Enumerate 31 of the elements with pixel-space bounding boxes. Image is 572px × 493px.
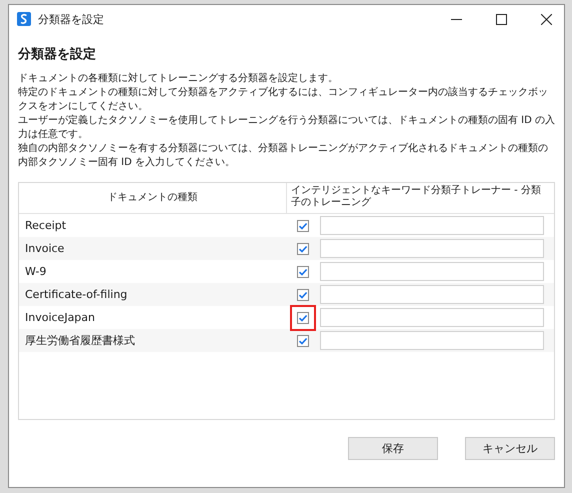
id-field[interactable] <box>320 262 544 281</box>
checkbox[interactable] <box>297 266 309 278</box>
table-cell: Invoice <box>25 242 64 255</box>
window-title: 分類器を設定 <box>38 12 104 26</box>
checkbox[interactable] <box>297 242 309 254</box>
id-field[interactable] <box>320 285 544 304</box>
close-icon[interactable] <box>541 14 552 24</box>
description-text: ドキュメントの各種類に対してトレーニングする分類器を設定します。 <box>18 72 339 86</box>
app-icon <box>17 12 31 26</box>
cancel-button[interactable]: キャンセル <box>465 437 555 460</box>
table-cell: Certificate-of-filing <box>25 288 128 301</box>
checkbox[interactable] <box>297 220 309 232</box>
id-field[interactable] <box>320 308 544 327</box>
description-text: 特定のドキュメントの種類に対して分類器をアクティブ化するには、コンフィギュレーター内の該当するチェックボックスをオンにしてください。 <box>18 86 549 114</box>
checkbox[interactable] <box>297 288 309 300</box>
checkbox[interactable] <box>297 334 309 346</box>
dialog-heading: 分類器を設定 <box>18 46 97 63</box>
id-field[interactable] <box>320 216 544 235</box>
column-header: ドキュメントの種類 <box>19 183 287 213</box>
save-button[interactable]: 保存 <box>348 437 438 460</box>
column-header: インテリジェントなキーワード分類子トレーナー - 分類子のトレーニング <box>290 184 542 210</box>
checkbox[interactable] <box>297 312 309 324</box>
maximize-icon[interactable] <box>496 14 507 24</box>
id-field[interactable] <box>320 331 544 350</box>
table-cell: W-9 <box>25 265 46 278</box>
description-text: ユーザーが定義したタクソノミーを使用してトレーニングを行う分類器については、ドキュメントの種類の固有 ID の入力は任意です。 <box>18 114 555 142</box>
description-text: 独自の内部タクソノミーを有する分類器については、分類器トレーニングがアクティブ化されるドキュメントの種類の内部タクソノミー固有 ID を入力してください。 <box>18 142 549 170</box>
id-field[interactable] <box>320 239 544 258</box>
table-cell: Receipt <box>25 219 66 232</box>
table-cell: InvoiceJapan <box>25 311 96 324</box>
table-cell: 厚生労働省履歴書様式 <box>25 334 135 347</box>
